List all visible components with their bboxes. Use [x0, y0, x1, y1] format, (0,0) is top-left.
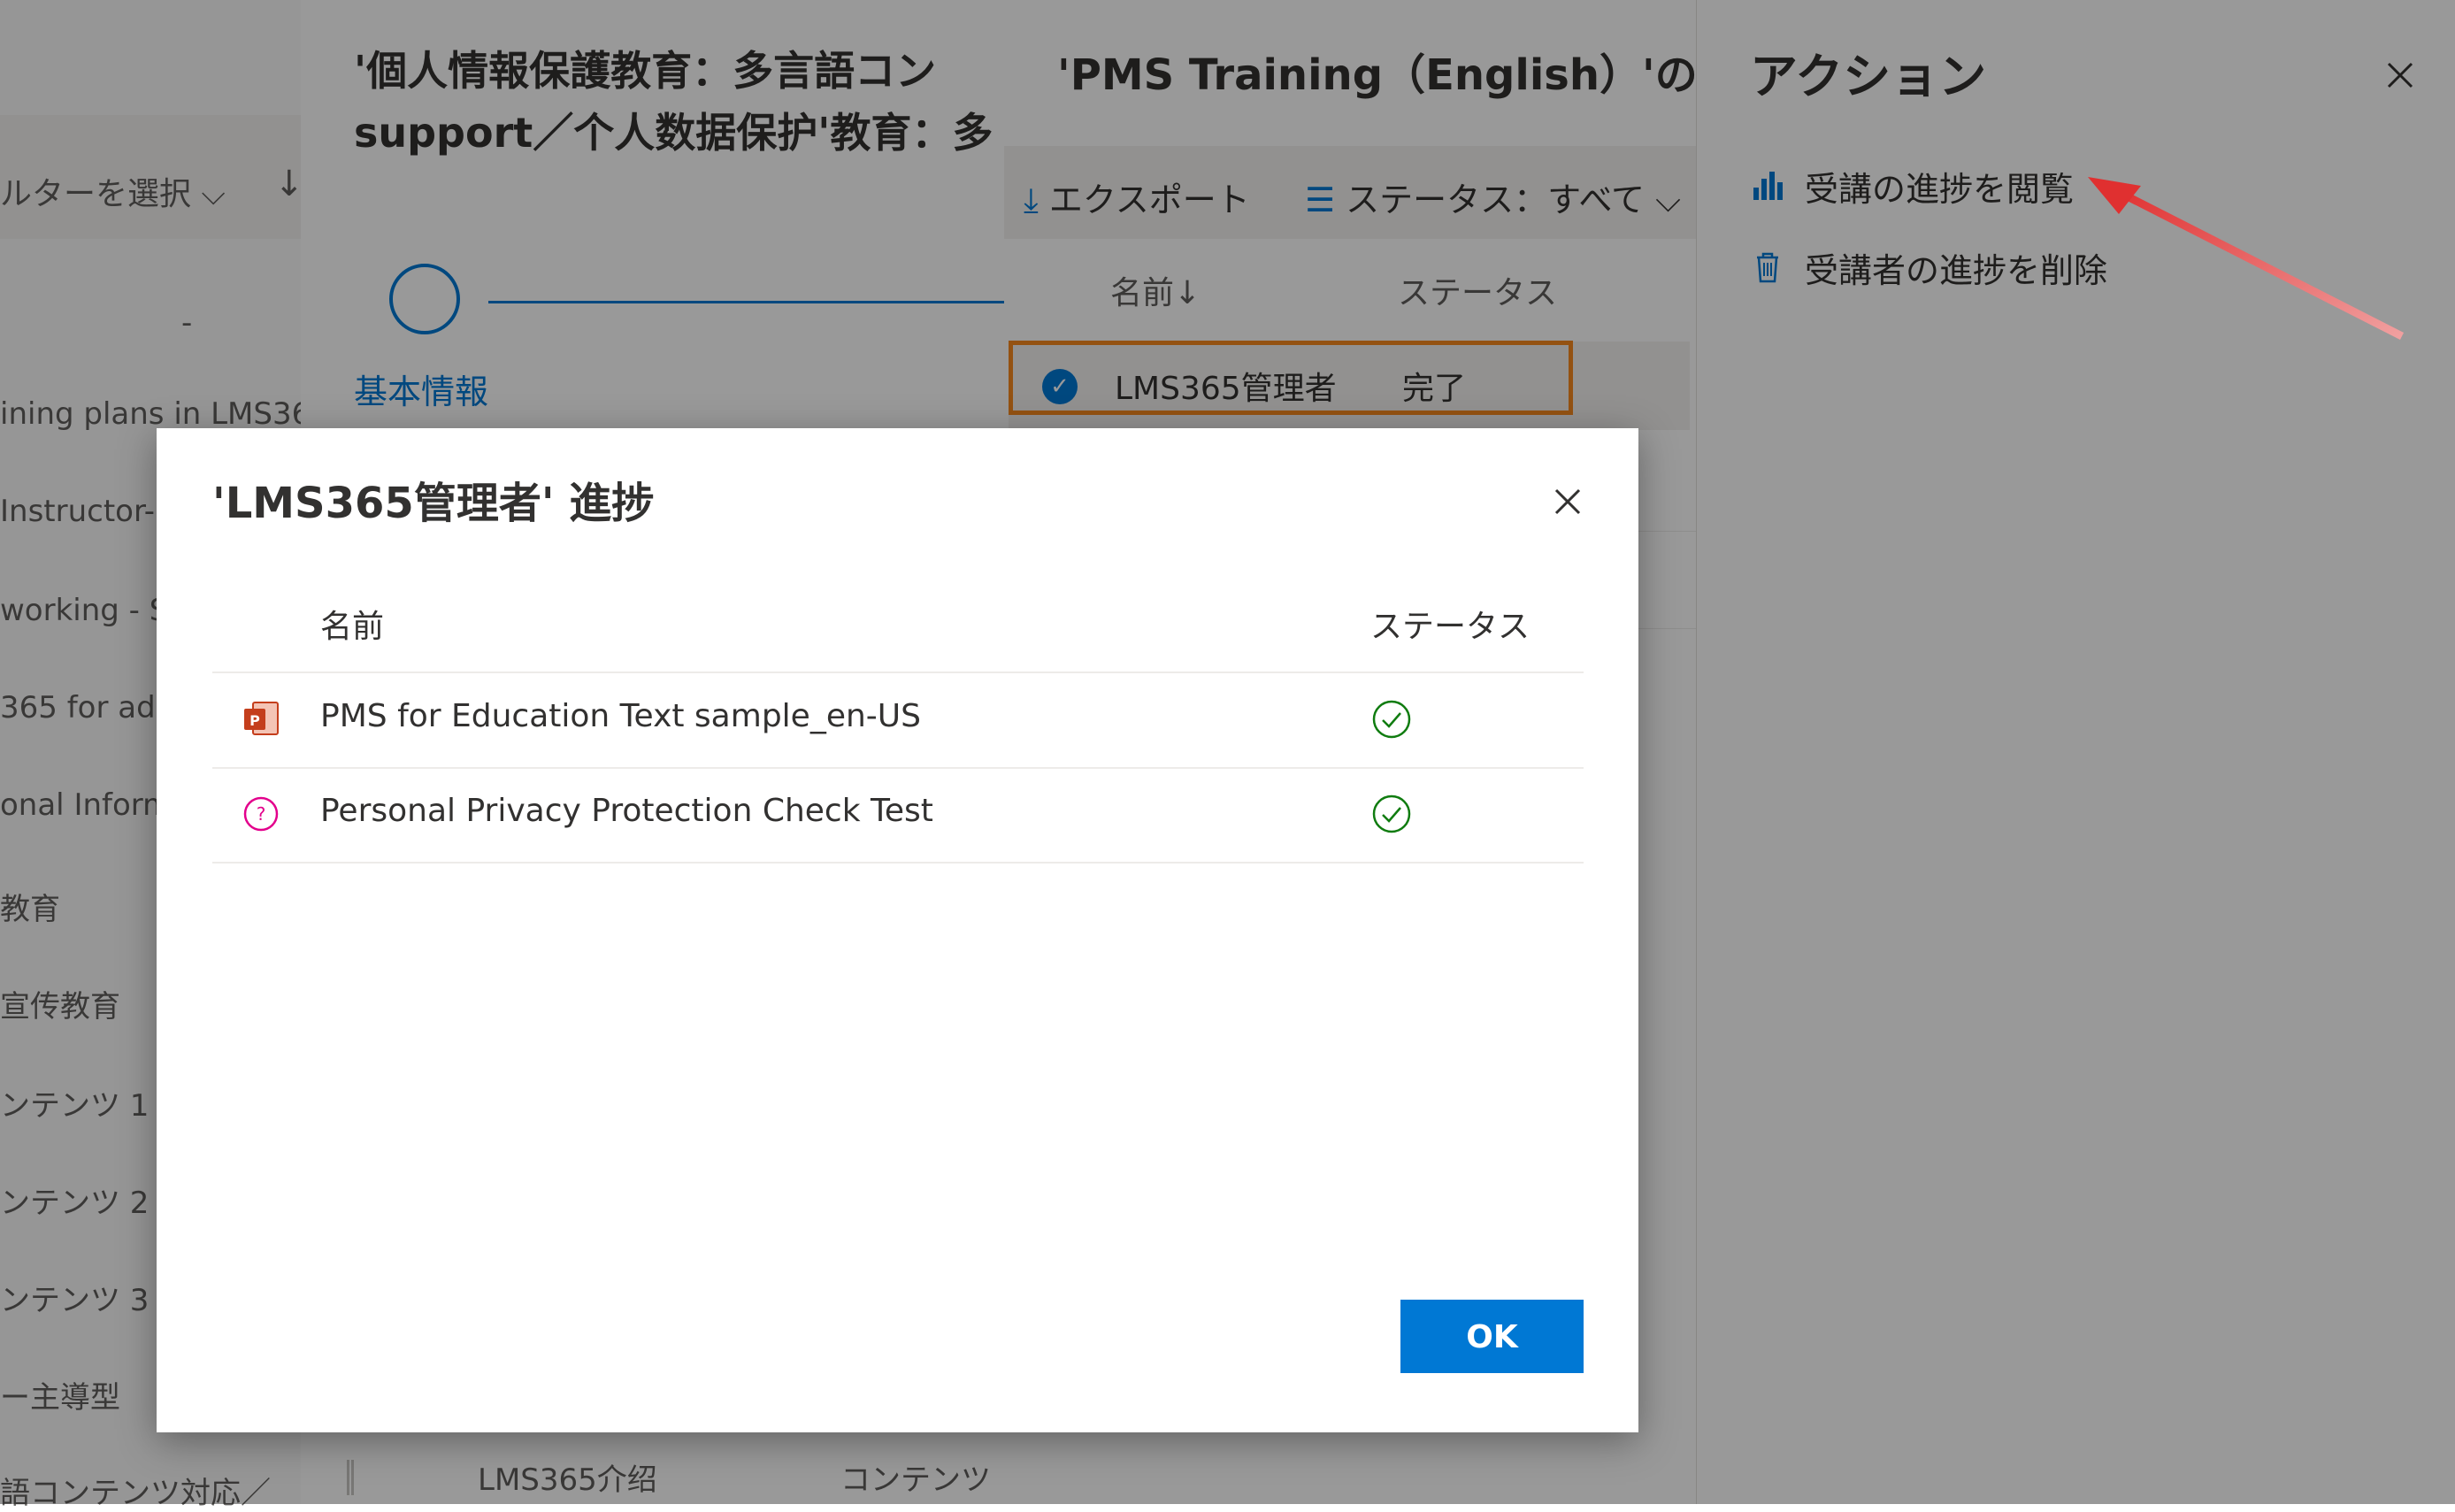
- close-icon[interactable]: [1546, 480, 1590, 524]
- powerpoint-icon: P: [244, 702, 279, 735]
- divider: [212, 767, 1584, 769]
- dialog-title: 'LMS365管理者' 進捗: [212, 479, 655, 528]
- check-circle-icon: [1372, 700, 1411, 739]
- column-header-status[interactable]: ステータス: [1370, 601, 1530, 647]
- quiz-icon: ?: [243, 796, 279, 832]
- divider: [212, 862, 1584, 863]
- divider: [212, 672, 1584, 673]
- svg-text:?: ?: [257, 803, 266, 825]
- content-name: Personal Privacy Protection Check Test: [320, 793, 933, 829]
- content-name: PMS for Education Text sample_en-US: [320, 698, 921, 734]
- check-circle-icon: [1372, 794, 1411, 833]
- learner-progress-dialog: 'LMS365管理者' 進捗 名前 ステータス P PMS for Educat…: [157, 428, 1638, 1432]
- annotation-arrow-icon: [2088, 177, 2405, 341]
- column-header-name[interactable]: 名前: [320, 601, 384, 647]
- svg-text:P: P: [249, 712, 260, 729]
- ok-button[interactable]: OK: [1400, 1300, 1584, 1373]
